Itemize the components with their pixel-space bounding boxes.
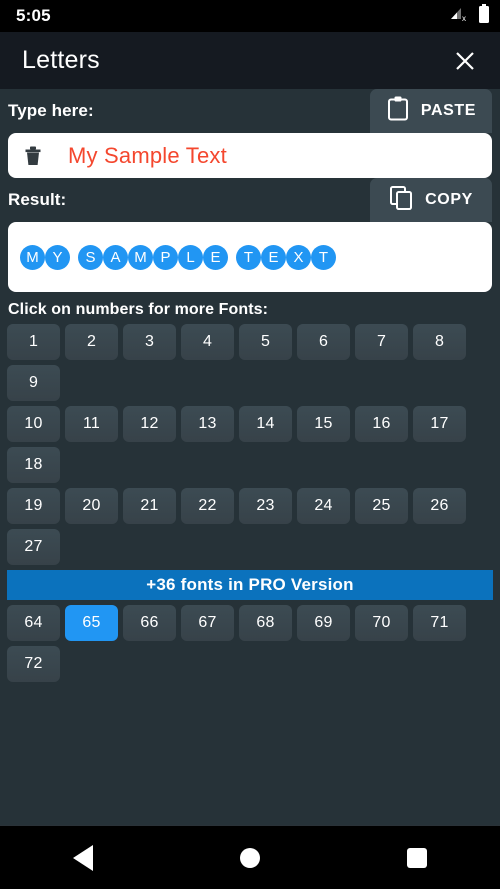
paste-button-label: PASTE: [420, 102, 477, 119]
font-number-button-24[interactable]: 24: [297, 488, 350, 524]
paste-button[interactable]: PASTE: [370, 89, 492, 133]
font-number-button-72[interactable]: 72: [7, 646, 60, 682]
font-row-1: 12345678 9: [0, 324, 500, 401]
copy-button[interactable]: COPY: [370, 178, 492, 222]
result-header-row: Result: COPY: [0, 178, 500, 222]
font-number-button-19[interactable]: 19: [7, 488, 60, 524]
font-number-button-22[interactable]: 22: [181, 488, 234, 524]
close-icon: [456, 51, 474, 70]
title-bar: Letters: [0, 32, 500, 89]
font-row-2: 10 11 12 13 14 15 16 17 18: [0, 406, 500, 483]
result-circled-letter: T: [311, 244, 336, 270]
font-number-button-5[interactable]: 5: [239, 324, 292, 360]
font-number-button-17[interactable]: 17: [413, 406, 466, 442]
result-label: Result:: [8, 190, 67, 209]
result-circled-letter: S: [78, 244, 103, 270]
result-circled-letter: M: [128, 244, 153, 270]
font-number-button-9[interactable]: 9: [7, 365, 60, 401]
font-number-button-21[interactable]: 21: [123, 488, 176, 524]
font-row-3: 19 20 21 22 23 24 25 26 27: [0, 488, 500, 565]
recents-square-icon: [406, 847, 427, 868]
result-circled-letter: Y: [45, 244, 70, 270]
result-circled-letter: L: [178, 244, 203, 270]
font-number-button-2[interactable]: 2: [65, 324, 118, 360]
result-value: MYSAMPLETEXT: [20, 244, 336, 270]
svg-text:x: x: [462, 14, 466, 23]
font-number-button-16[interactable]: 16: [355, 406, 408, 442]
trash-icon[interactable]: [20, 143, 46, 169]
font-number-button-23[interactable]: 23: [239, 488, 292, 524]
result-circled-letter: T: [236, 244, 261, 270]
font-number-button-6[interactable]: 6: [297, 324, 350, 360]
status-time: 5:05: [16, 6, 51, 25]
copy-button-label: COPY: [425, 191, 473, 208]
font-number-button-71[interactable]: 71: [413, 605, 466, 641]
pro-version-banner[interactable]: +36 fonts in PRO Version: [7, 570, 493, 600]
font-number-button-69[interactable]: 69: [297, 605, 350, 641]
nav-home-button[interactable]: [214, 834, 286, 882]
font-number-button-15[interactable]: 15: [297, 406, 350, 442]
font-number-button-13[interactable]: 13: [181, 406, 234, 442]
home-circle-icon: [239, 847, 260, 868]
result-circled-letter: E: [203, 244, 228, 270]
font-number-button-8[interactable]: 8: [413, 324, 466, 360]
font-number-button-14[interactable]: 14: [239, 406, 292, 442]
page-title: Letters: [22, 46, 100, 74]
font-number-button-26[interactable]: 26: [413, 488, 466, 524]
font-number-button-64[interactable]: 64: [7, 605, 60, 641]
result-circled-letter: P: [153, 244, 178, 270]
font-number-button-20[interactable]: 20: [65, 488, 118, 524]
result-circled-letter: M: [20, 244, 45, 270]
status-bar: 5:05 x: [0, 0, 500, 32]
font-number-button-10[interactable]: 10: [7, 406, 60, 442]
font-number-button-70[interactable]: 70: [355, 605, 408, 641]
battery-full-icon: [478, 3, 490, 29]
font-number-button-68[interactable]: 68: [239, 605, 292, 641]
font-number-button-67[interactable]: 67: [181, 605, 234, 641]
nav-back-button[interactable]: [47, 834, 119, 882]
clipboard-icon: [386, 96, 410, 127]
app-window: 5:05 x Letters Type here: PASTE My Sampl…: [0, 0, 500, 889]
font-number-button-7[interactable]: 7: [355, 324, 408, 360]
font-number-button-66[interactable]: 66: [123, 605, 176, 641]
font-number-button-11[interactable]: 11: [65, 406, 118, 442]
signal-no-service-icon: x: [449, 5, 469, 28]
font-number-button-18[interactable]: 18: [7, 447, 60, 483]
font-number-button-27[interactable]: 27: [7, 529, 60, 565]
nav-recents-button[interactable]: [381, 834, 453, 882]
status-icons: x: [449, 3, 490, 29]
result-field[interactable]: MYSAMPLETEXT: [8, 222, 492, 292]
font-number-button-3[interactable]: 3: [123, 324, 176, 360]
font-number-button-65[interactable]: 65: [65, 605, 118, 641]
font-number-button-12[interactable]: 12: [123, 406, 176, 442]
copy-icon: [389, 185, 414, 216]
font-number-button-25[interactable]: 25: [355, 488, 408, 524]
input-label: Type here:: [8, 101, 94, 120]
result-circled-letter: A: [103, 244, 128, 270]
input-header-row: Type here: PASTE: [0, 89, 500, 133]
close-button[interactable]: [448, 44, 482, 78]
result-circled-letter: E: [261, 244, 286, 270]
font-number-grid: 123456789 10 11 12 13 14 15 16 17 18 19 20 21 22 23 2…: [0, 324, 500, 682]
fonts-caption: Click on numbers for more Fonts:: [8, 301, 269, 318]
back-triangle-icon: [73, 844, 94, 871]
text-input-field[interactable]: My Sample Text: [8, 133, 492, 178]
android-nav-bar: [0, 825, 500, 889]
font-row-4: 64 65 66 67 68 69 70 71 72: [0, 605, 500, 682]
result-circled-letter: X: [286, 244, 311, 270]
main-content: Type here: PASTE My Sample Text Result: …: [0, 89, 500, 825]
font-number-button-1[interactable]: 1: [7, 324, 60, 360]
input-value: My Sample Text: [68, 142, 227, 168]
font-number-button-4[interactable]: 4: [181, 324, 234, 360]
